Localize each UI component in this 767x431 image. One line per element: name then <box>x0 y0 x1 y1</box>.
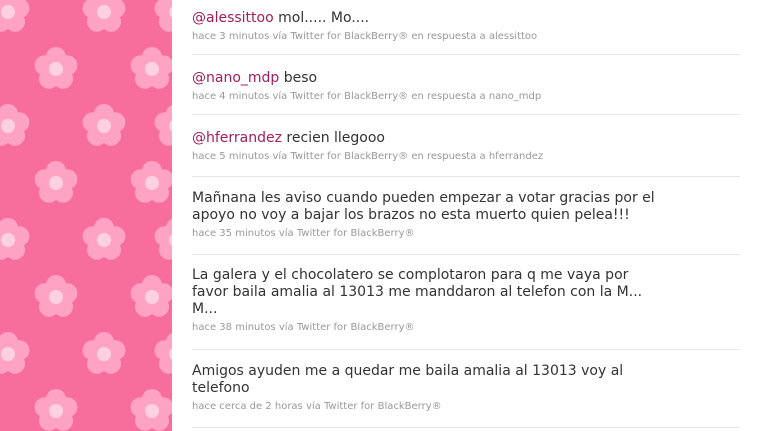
source-link[interactable]: vía Twitter for BlackBerry® <box>272 151 408 162</box>
tweet-item: Amigos ayuden me a quedar me baila amali… <box>192 363 740 428</box>
tweet-meta: hace 38 minutos vía Twitter for BlackBer… <box>192 321 740 334</box>
tweet-item: @hferrandez recien llegooo hace 5 minuto… <box>192 130 740 177</box>
flower-icon <box>0 218 30 260</box>
mention-link[interactable]: @hferrandez <box>192 130 282 146</box>
tweet-text-line: Amigos ayuden me a quedar me baila amali… <box>192 363 624 379</box>
mention-link[interactable]: @alessittoo <box>192 10 274 26</box>
timestamp-link[interactable]: hace 5 minutos <box>192 151 269 162</box>
flower-icon <box>130 389 172 431</box>
flower-icon <box>34 275 78 317</box>
flower-icon <box>154 332 172 374</box>
timestamp-link[interactable]: hace 4 minutos <box>192 91 269 102</box>
flower-icon <box>0 0 30 32</box>
flower-icon <box>154 104 172 146</box>
source-link[interactable]: vía Twitter for BlackBerry® <box>279 228 415 239</box>
flower-icon <box>82 218 126 260</box>
flower-icon <box>154 0 172 32</box>
timestamp-link[interactable]: hace cerca de 2 horas <box>192 401 303 412</box>
timestamp-link[interactable]: hace 35 minutos <box>192 228 276 239</box>
reply-link[interactable]: en respuesta a alessittoo <box>411 31 537 42</box>
source-link[interactable]: vía Twitter for BlackBerry® <box>272 91 408 102</box>
tweet-text-line: La galera y el chocolatero se complotaro… <box>192 267 629 283</box>
reply-link[interactable]: en respuesta a hferrandez <box>411 151 543 162</box>
tweet-item: @nano_mdp beso hace 4 minutos vía Twitte… <box>192 70 740 115</box>
timeline-panel: @alessittoo mol..... Mo.... hace 3 minut… <box>172 0 767 431</box>
tweet-meta: hace cerca de 2 horas vía Twitter for Bl… <box>192 400 740 413</box>
flower-icon <box>82 0 126 32</box>
flower-icon <box>130 275 172 317</box>
reply-link[interactable]: en respuesta a nano_mdp <box>411 91 541 102</box>
flower-icon <box>130 47 172 89</box>
tweet-text-line: telefono <box>192 380 250 396</box>
tweet-meta: hace 3 minutos vía Twitter for BlackBerr… <box>192 30 740 43</box>
tweet-item: @alessittoo mol..... Mo.... hace 3 minut… <box>192 10 740 55</box>
tweet-body: beso <box>279 70 318 86</box>
source-link[interactable]: vía Twitter for BlackBerry® <box>306 401 442 412</box>
flower-icon <box>0 104 30 146</box>
tweet-text-line: favor baila amalia al 13013 me manddaron… <box>192 284 643 300</box>
tweet-meta: hace 35 minutos vía Twitter for BlackBer… <box>192 227 740 240</box>
flower-icon <box>34 161 78 203</box>
timestamp-link[interactable]: hace 38 minutos <box>192 322 276 333</box>
tweet-meta: hace 5 minutos vía Twitter for BlackBerr… <box>192 150 740 163</box>
tweet-text-line: Mañnana les aviso cuando pueden empezar … <box>192 190 655 206</box>
tweet-text-line: apoyo no voy a bajar los brazos no esta … <box>192 207 630 223</box>
flower-icon <box>34 389 78 431</box>
flower-pattern-background <box>0 0 172 431</box>
source-link[interactable]: vía Twitter for BlackBerry® <box>272 31 408 42</box>
timestamp-link[interactable]: hace 3 minutos <box>192 31 269 42</box>
tweet-body: recien llegooo <box>281 130 385 146</box>
tweet-text: @nano_mdp beso <box>192 70 740 87</box>
tweet-text: @hferrandez recien llegooo <box>192 130 740 147</box>
flower-icon <box>34 47 78 89</box>
tweet-item: La galera y el chocolatero se complotaro… <box>192 267 740 350</box>
flower-icon <box>130 161 172 203</box>
flower-icon <box>82 332 126 374</box>
tweet-item: Mañnana les aviso cuando pueden empezar … <box>192 190 740 255</box>
mention-link[interactable]: @nano_mdp <box>192 70 279 86</box>
tweet-body: mol..... Mo.... <box>273 10 370 26</box>
flower-icon <box>82 104 126 146</box>
flower-icon <box>154 218 172 260</box>
source-link[interactable]: vía Twitter for BlackBerry® <box>279 322 415 333</box>
tweet-text: @alessittoo mol..... Mo.... <box>192 10 740 27</box>
tweet-meta: hace 4 minutos vía Twitter for BlackBerr… <box>192 90 740 103</box>
flower-icon <box>0 332 30 374</box>
tweet-text-line: M... <box>192 301 218 317</box>
